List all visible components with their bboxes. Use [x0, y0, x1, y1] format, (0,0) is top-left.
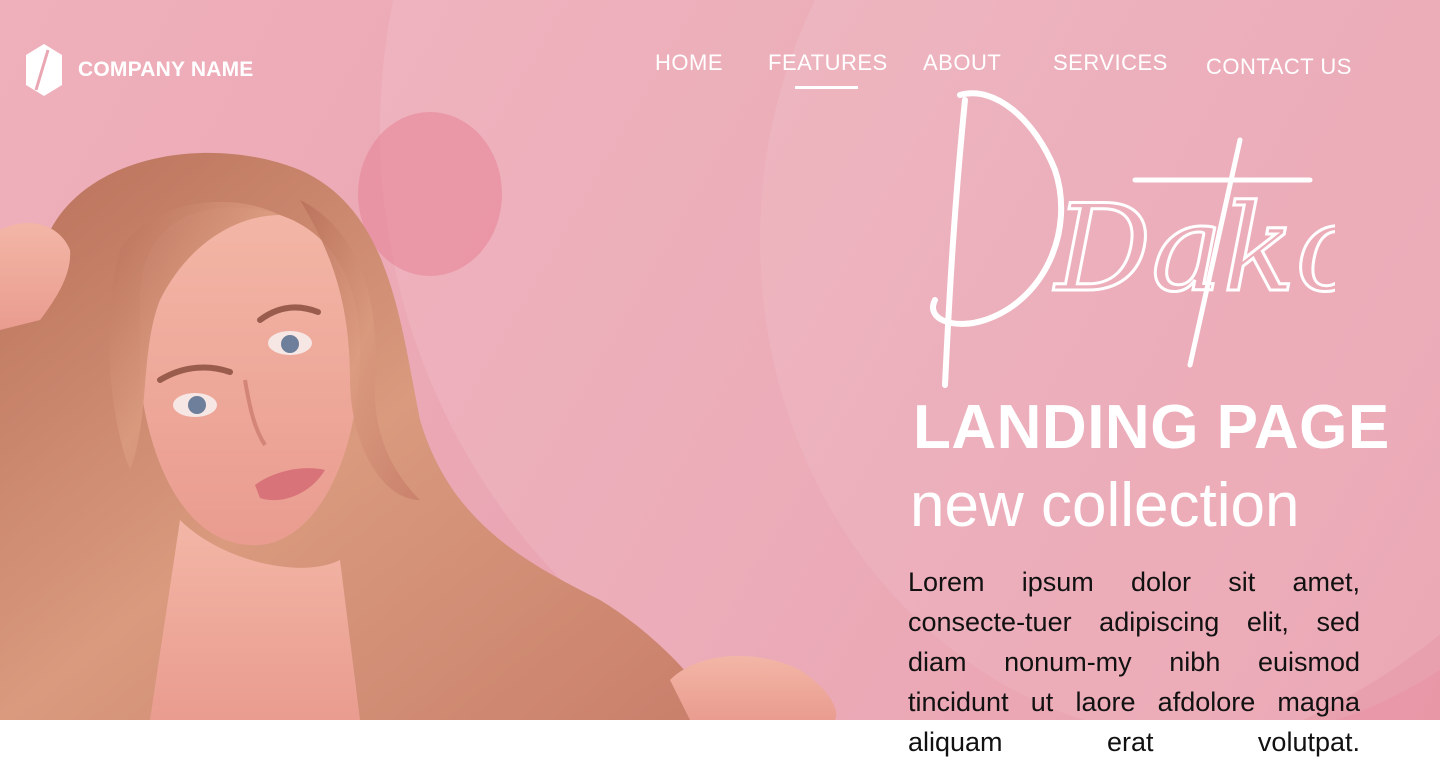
- nav-active-indicator: [795, 86, 858, 89]
- nav-features[interactable]: FEATURES: [768, 50, 888, 76]
- company-name: COMPANY NAME: [78, 58, 254, 81]
- nav-services[interactable]: SERVICES: [1053, 50, 1168, 76]
- hero-model-image: [0, 152, 837, 720]
- nav-about[interactable]: ABOUT: [923, 50, 1001, 76]
- nav-home[interactable]: HOME: [655, 50, 723, 76]
- hero-headline: LANDING PAGE: [913, 393, 1390, 462]
- company-logo[interactable]: COMPANY NAME: [24, 42, 253, 98]
- hexagon-logo-icon: [26, 44, 62, 96]
- script-title: Dakota: [930, 90, 1335, 388]
- hero-subheadline: new collection: [910, 471, 1300, 540]
- hero-body-text: Lorem ipsum dolor sit amet, consecte-tue…: [908, 567, 1360, 757]
- nav-contact-us[interactable]: CONTACT US: [1206, 54, 1352, 80]
- script-title-text: Dakota: [1053, 180, 1335, 319]
